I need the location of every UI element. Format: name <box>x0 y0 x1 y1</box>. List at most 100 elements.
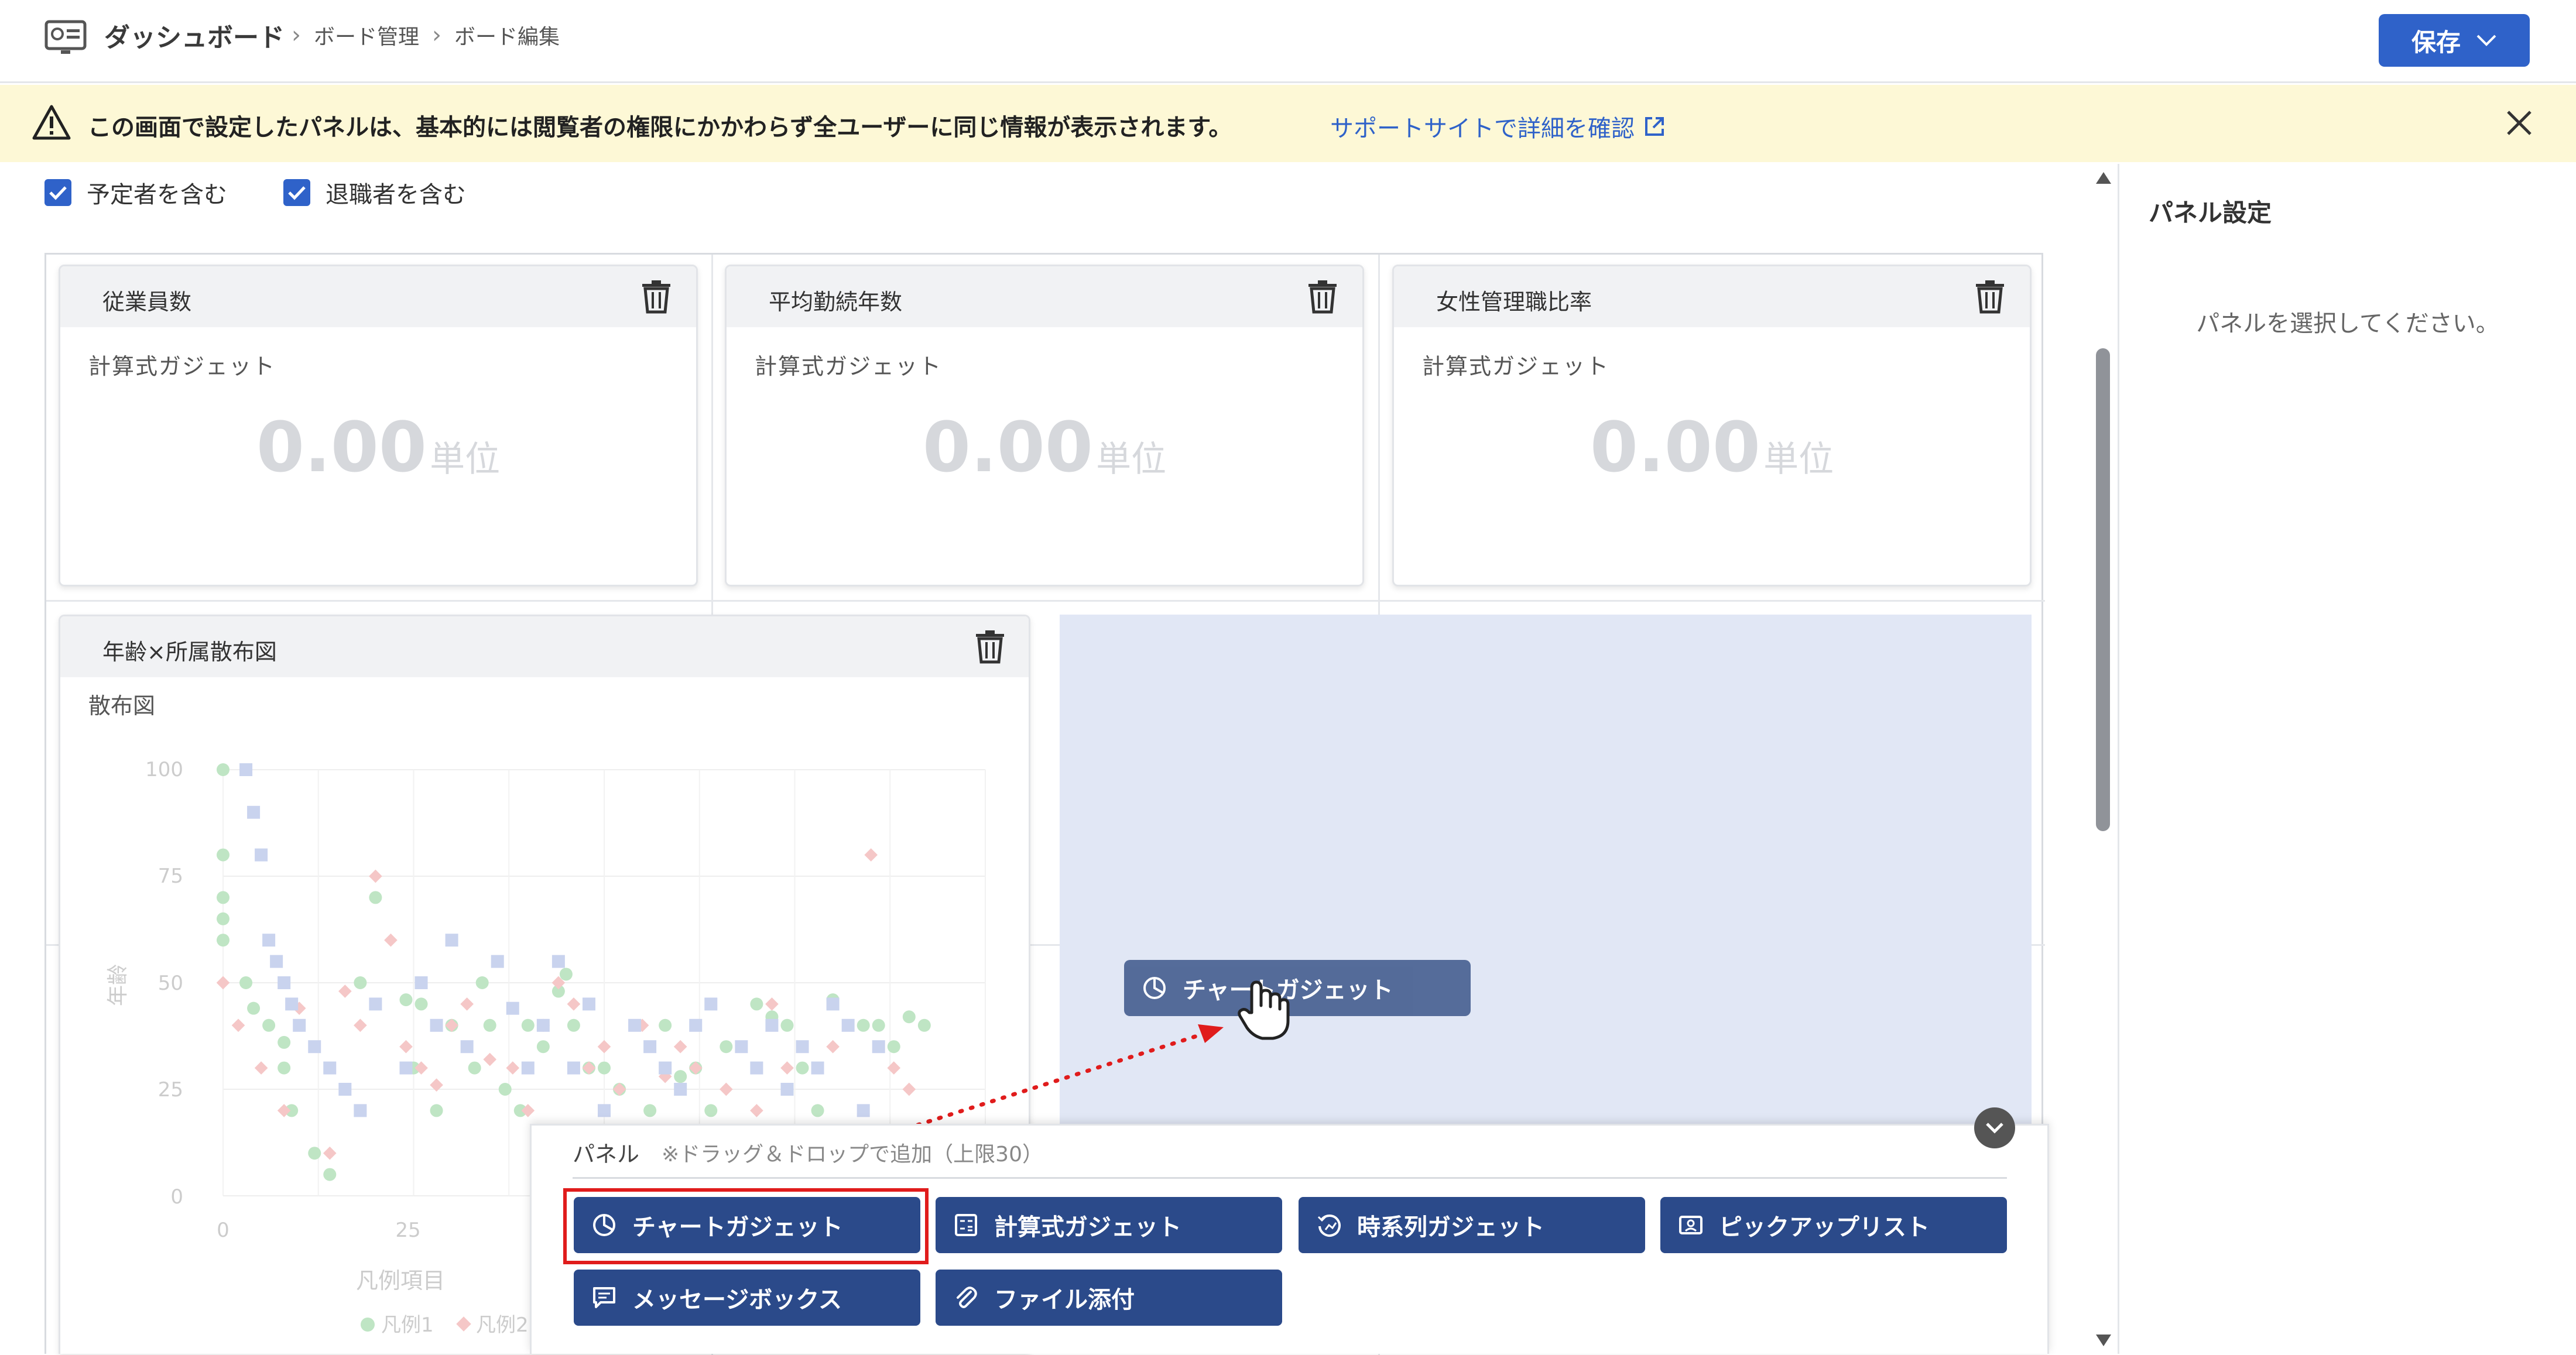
scatter-point <box>506 1001 519 1015</box>
kpi-unit: 単位 <box>1763 439 1834 480</box>
palette-title: パネル <box>573 1141 640 1167</box>
time-series-gadget-label: 時系列ガジェット <box>1357 1214 1544 1241</box>
scatter-point <box>567 997 581 1011</box>
scatter-point <box>217 934 229 947</box>
scatter-point <box>598 1061 611 1075</box>
scatter-point <box>491 955 504 968</box>
scatter-point <box>217 891 229 904</box>
scatter-point <box>278 1035 291 1049</box>
panel-title: 年齢×所属散布図 <box>102 639 277 665</box>
scatter-point <box>278 1061 291 1075</box>
scatter-point <box>239 976 253 989</box>
scatter-point <box>216 976 230 990</box>
check-icon <box>49 186 67 200</box>
checkbox-checked[interactable] <box>44 179 71 206</box>
pickup-list-button[interactable]: ピックアップリスト <box>1660 1197 2007 1253</box>
kpi-value: 0.00 <box>922 407 1094 488</box>
panel-title: 従業員数 <box>102 289 192 315</box>
time-series-gadget-button[interactable]: 時系列ガジェット <box>1299 1197 1645 1253</box>
pie-chart-icon <box>1143 977 1166 999</box>
scatter-point <box>430 1018 443 1032</box>
panel-title: 平均勤続年数 <box>769 289 903 315</box>
panel-employee-count[interactable]: 従業員数 計算式ガジェット 0.00 単位 <box>59 265 698 586</box>
scatter-point <box>536 1018 550 1032</box>
scatter-point <box>415 976 428 989</box>
hand-cursor-icon <box>1238 980 1290 1040</box>
panel-type: 計算式ガジェット <box>755 354 943 379</box>
legend-marker <box>456 1316 471 1332</box>
scatter-point <box>659 1018 672 1032</box>
scroll-down-icon[interactable] <box>2095 1333 2112 1347</box>
panel-settings-sidebar: パネル設定 パネルを選択してください。 <box>2118 164 2576 1354</box>
scatter-point <box>217 763 229 776</box>
scatter-point <box>445 1018 458 1032</box>
trash-icon[interactable] <box>974 629 1006 664</box>
scatter-point <box>255 848 268 862</box>
y-tick-label: 50 <box>158 972 183 995</box>
legend-item: 凡例2 <box>476 1313 529 1337</box>
scatter-point <box>231 1018 245 1032</box>
collapse-palette-button[interactable] <box>1974 1107 2015 1148</box>
file-attachment-button[interactable]: ファイル添付 <box>936 1270 1282 1326</box>
scatter-point <box>399 1040 413 1054</box>
breadcrumb-board-management[interactable]: ボード管理 <box>314 20 419 50</box>
highlight-box <box>563 1188 929 1264</box>
app-header: ダッシュボード › ボード管理 › ボード編集 保存 <box>0 0 2576 83</box>
panel-settings-placeholder: パネルを選択してください。 <box>2196 310 2499 337</box>
dashboard-icon <box>44 20 87 54</box>
scatter-point <box>612 1082 626 1096</box>
formula-gadget-button[interactable]: 計算式ガジェット <box>936 1197 1282 1253</box>
scatter-point <box>354 1104 367 1117</box>
scatter-point <box>674 1070 687 1083</box>
scatter-point <box>628 1018 642 1032</box>
y-tick-label: 0 <box>170 1185 183 1209</box>
scatter-point <box>551 955 565 968</box>
filter-include-planned[interactable]: 予定者を含む <box>44 176 227 210</box>
panel-settings-title: パネル設定 <box>2149 198 2272 227</box>
trash-icon[interactable] <box>1974 279 2006 314</box>
breadcrumb: › ボード管理 › ボード編集 <box>292 20 560 50</box>
scatter-point <box>559 968 573 981</box>
scatter-point <box>308 1040 321 1054</box>
history-chart-icon <box>1317 1215 1341 1237</box>
filter-include-retired[interactable]: 退職者を含む <box>283 176 466 210</box>
scatter-point <box>430 1104 443 1117</box>
scroll-up-icon[interactable] <box>2095 171 2112 185</box>
scatter-point <box>254 1061 268 1075</box>
formula-gadget-label: 計算式ガジェット <box>994 1214 1181 1241</box>
scatter-point <box>293 1018 306 1032</box>
scatter-point <box>323 1168 337 1181</box>
x-tick-label: 25 <box>395 1219 420 1242</box>
include-planned-label: 予定者を含む <box>87 181 227 208</box>
panel-female-manager-ratio[interactable]: 女性管理職比率 計算式ガジェット 0.00 単位 <box>1392 265 2032 586</box>
panel-average-tenure[interactable]: 平均勤続年数 計算式ガジェット 0.00 単位 <box>725 265 1364 586</box>
scatter-point <box>270 955 283 968</box>
y-axis-label: 年齢 <box>106 964 130 1006</box>
scatter-point <box>338 1083 352 1096</box>
scatter-point <box>247 805 261 819</box>
file-attachment-label: ファイル添付 <box>994 1287 1135 1313</box>
y-tick-label: 100 <box>145 758 183 781</box>
save-button[interactable]: 保存 <box>2379 14 2530 67</box>
scatter-point <box>399 1061 413 1075</box>
scatter-point <box>864 848 878 862</box>
trash-icon[interactable] <box>640 279 673 314</box>
kpi-value-wrap: 0.00 単位 <box>727 407 1362 488</box>
checkbox-checked[interactable] <box>283 179 310 206</box>
scrollbar-thumb[interactable] <box>2096 348 2110 831</box>
support-link[interactable]: サポートサイトで詳細を確認 <box>1330 109 1666 143</box>
scatter-point <box>506 1061 520 1075</box>
scatter-point <box>498 1083 512 1096</box>
message-box-button[interactable]: メッセージボックス <box>574 1270 920 1326</box>
scatter-point <box>688 1061 703 1075</box>
kpi-value-wrap: 0.00 単位 <box>1394 407 2030 488</box>
panel-title: 女性管理職比率 <box>1436 289 1592 315</box>
scatter-point <box>826 997 840 1011</box>
scatter-point <box>483 1018 496 1032</box>
legend-item: 凡例1 <box>381 1313 434 1337</box>
scatter-point <box>217 848 229 862</box>
scatter-point <box>384 933 398 947</box>
trash-icon[interactable] <box>1306 279 1339 314</box>
close-icon[interactable] <box>2506 109 2533 136</box>
scatter-point <box>765 997 779 1011</box>
